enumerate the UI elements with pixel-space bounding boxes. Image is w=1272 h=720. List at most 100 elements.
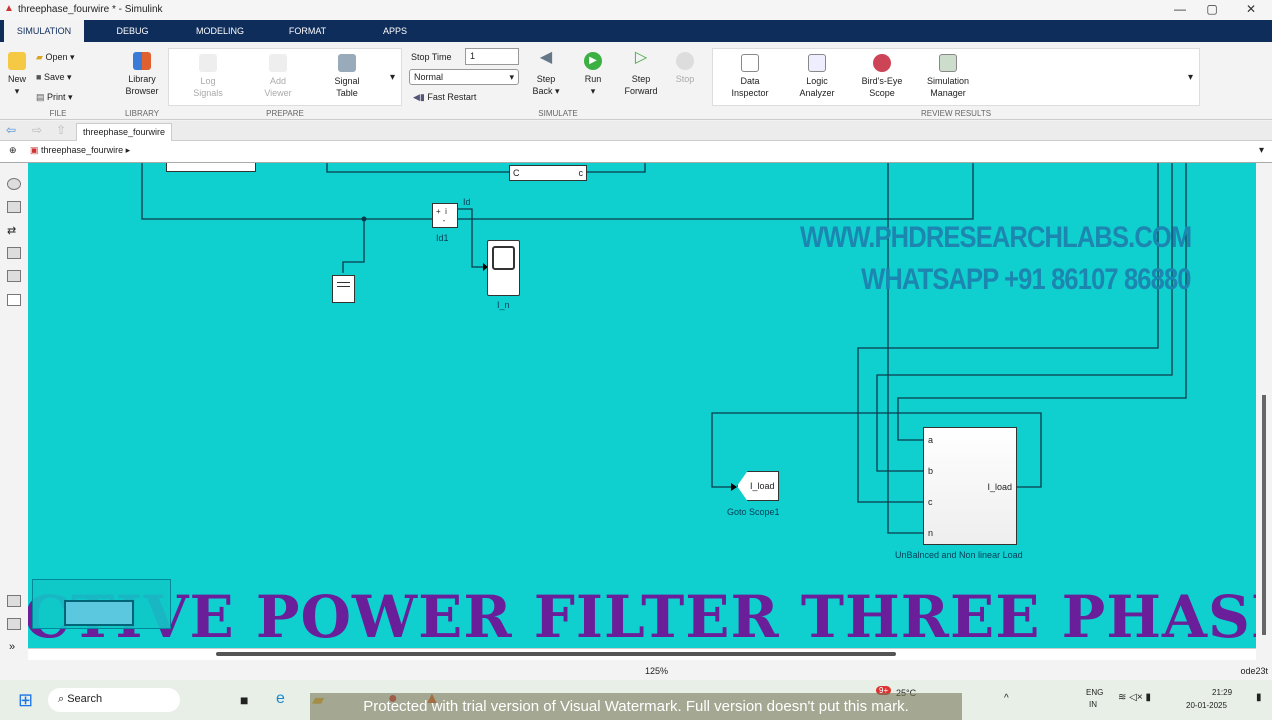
breadcrumb-label: threephase_fourwire <box>41 145 124 155</box>
status-bar: 125% ode23t <box>0 660 1272 680</box>
area-icon[interactable] <box>7 294 21 306</box>
stop-button[interactable]: Stop <box>672 52 698 85</box>
vertical-scrollbar[interactable] <box>1262 395 1266 635</box>
model-canvas[interactable]: Cc + i - Id Id1 I_n WWW.PHDRESEARCHLABS.… <box>28 163 1256 648</box>
plus-icon <box>8 52 26 70</box>
maximize-button[interactable]: ▢ <box>1197 2 1227 16</box>
viewer-icon <box>269 54 287 72</box>
left-toolbar: ⇄ » <box>0 163 28 663</box>
port-c: c <box>928 497 933 507</box>
group-file: FILE <box>49 109 67 118</box>
step-back-label: Step Back <box>532 74 556 96</box>
run-icon: ▶ <box>584 52 602 70</box>
print-button[interactable]: ▤ Print ▾ <box>36 91 73 103</box>
model-icon: ▣ <box>30 145 39 155</box>
model-tab[interactable]: threephase_fourwire <box>76 123 173 141</box>
windows-start-icon[interactable]: ⊞ <box>18 690 33 711</box>
close-button[interactable]: ✕ <box>1236 2 1266 16</box>
tab-format[interactable]: FORMAT <box>280 20 335 42</box>
solver-name[interactable]: ode23t <box>1240 666 1268 676</box>
review-expand-icon[interactable]: ▾ <box>1188 72 1193 83</box>
birds-eye-scope-button[interactable]: Bird's-Eye Scope <box>858 54 906 99</box>
save-button[interactable]: ■ Save ▾ <box>36 71 72 83</box>
sim-mode-select[interactable]: Normal ▾ <box>409 69 519 85</box>
data-inspector-button[interactable]: Data Inspector <box>726 54 774 99</box>
minimap[interactable] <box>32 579 171 629</box>
task-view-icon[interactable]: ■ <box>240 692 248 708</box>
minimize-button[interactable]: — <box>1165 2 1195 16</box>
fast-restart-button[interactable]: ◀▮ Fast Restart <box>413 92 476 103</box>
run-button[interactable]: ▶ Run ▾ <box>578 52 608 97</box>
top-left-block[interactable] <box>166 163 256 172</box>
back-icon[interactable]: ⇦ <box>6 123 16 137</box>
log-label: Log Signals <box>193 76 223 98</box>
model-tabbar: ⇦ ⇨ ⇧ threephase_fourwire <box>0 121 1272 141</box>
add-viewer-button[interactable]: Add Viewer <box>258 54 298 99</box>
fast-restart-icon: ◀▮ <box>413 92 425 102</box>
network-volume-battery-icons[interactable]: ≋ ◁× ▮ <box>1118 692 1151 703</box>
window-title: threephase_fourwire * - Simulink <box>18 4 163 15</box>
open-button[interactable]: ▰ Open ▾ <box>36 51 75 63</box>
simulation-manager-button[interactable]: Simulation Manager <box>922 54 974 99</box>
load-subsystem-block[interactable]: a b c n I_load <box>923 427 1017 545</box>
library-label: Library Browser <box>125 74 159 96</box>
tab-simulation[interactable]: SIMULATION <box>4 20 84 42</box>
step-forward-button[interactable]: ▷ Step Forward <box>620 50 662 97</box>
horizontal-scrollbar[interactable] <box>28 648 1256 660</box>
zoom-level: 125% <box>645 666 669 676</box>
signal-table-label: Signal Table <box>334 76 360 98</box>
fit-view-icon[interactable] <box>7 201 21 213</box>
image-icon[interactable] <box>7 247 21 259</box>
edge-icon[interactable]: e <box>276 690 285 708</box>
model-browser-icon[interactable] <box>7 618 21 630</box>
title-bar: ▲ threephase_fourwire * - Simulink — ▢ ✕ <box>0 0 1272 20</box>
group-prepare: PREPARE <box>266 109 304 118</box>
wire-c <box>326 163 509 173</box>
logic-analyzer-button[interactable]: Logic Analyzer <box>794 54 840 99</box>
logic-analyzer-icon <box>808 54 826 72</box>
clock-time[interactable]: 21:29 <box>1212 688 1232 697</box>
prepare-expand-icon[interactable]: ▾ <box>390 72 395 83</box>
notification-icon[interactable]: ▮ <box>1256 692 1262 703</box>
run-label: Run <box>584 74 602 84</box>
arrows-icon[interactable]: ⇄ <box>7 224 21 237</box>
new-button[interactable]: New ▾ <box>6 52 28 97</box>
tab-modeling[interactable]: MODELING <box>185 20 255 42</box>
tray-chevron-icon[interactable]: ^ <box>1004 693 1009 704</box>
scope-block[interactable] <box>487 240 520 296</box>
scrollbar-thumb[interactable] <box>216 652 896 656</box>
stop-label: Stop <box>675 74 695 84</box>
more-icon[interactable]: » <box>9 641 15 653</box>
zoom-icon[interactable] <box>7 178 21 190</box>
lang-primary[interactable]: ENG <box>1086 688 1103 697</box>
current-measurement-block[interactable]: + i - <box>432 203 458 228</box>
open-label: Open <box>45 52 68 62</box>
port-n: n <box>928 528 934 538</box>
ground-block[interactable] <box>332 275 355 303</box>
hide-browser-icon[interactable]: ⊕ <box>9 145 17 156</box>
stop-time-input[interactable]: 1 <box>465 48 519 65</box>
data-inspector-icon <box>741 54 759 72</box>
signal-table-button[interactable]: Signal Table <box>327 54 367 99</box>
group-library: LIBRARY <box>124 109 160 118</box>
up-icon[interactable]: ⇧ <box>56 123 66 137</box>
screenshot-icon[interactable] <box>7 595 21 607</box>
c-block[interactable]: Cc <box>509 165 587 181</box>
forward-icon[interactable]: ⇨ <box>32 123 42 137</box>
ribbon: New ▾ ▰ Open ▾ ■ Save ▾ ▤ Print ▾ FILE Li… <box>0 42 1272 120</box>
log-icon <box>199 54 217 72</box>
tab-apps[interactable]: APPS <box>375 20 415 42</box>
breadcrumb[interactable]: ▣ threephase_fourwire ▸ <box>30 145 130 156</box>
annotation-icon[interactable] <box>7 270 21 282</box>
minimap-viewport[interactable] <box>64 600 134 626</box>
group-simulate: SIMULATE <box>538 109 578 118</box>
birds-eye-label: Bird's-Eye Scope <box>861 76 903 98</box>
taskbar-search[interactable]: ⌕ Search <box>48 688 180 712</box>
trial-watermark: Protected with trial version of Visual W… <box>310 693 962 720</box>
tab-debug[interactable]: DEBUG <box>105 20 160 42</box>
breadcrumb-bar: ⊕ ▣ threephase_fourwire ▸ ▾ <box>0 141 1272 163</box>
step-back-button[interactable]: ◀ Step Back ▾ <box>530 50 562 97</box>
library-browser-button[interactable]: Library Browser <box>120 52 164 97</box>
breadcrumb-dropdown-icon[interactable]: ▾ <box>1259 145 1264 156</box>
log-signals-button[interactable]: Log Signals <box>186 54 230 99</box>
